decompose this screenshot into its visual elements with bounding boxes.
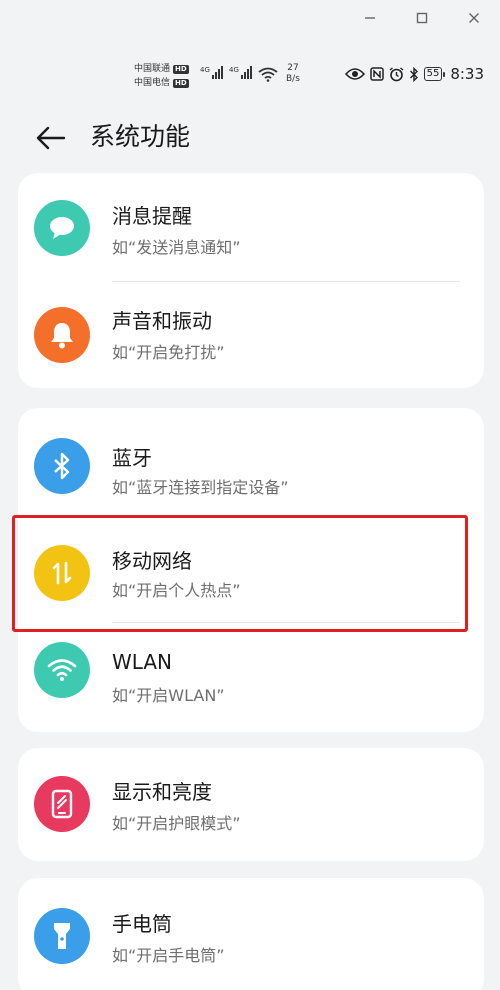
bluetooth-icon [409, 66, 419, 82]
carrier-1: 中国联通 [134, 64, 171, 74]
list-item-flashlight[interactable]: 手电筒 如“开启手电筒” [18, 882, 484, 986]
item-title: 蓝牙 [112, 446, 152, 470]
page-title: 系统功能 [90, 122, 191, 151]
hd-badge: HD [173, 64, 189, 74]
network-speed: 27 B/s [286, 63, 300, 84]
item-subtitle: 如“开启护眼模式” [112, 814, 241, 833]
list-item-sound-vibration[interactable]: 声音和振动 如“开启免打扰” [18, 283, 484, 387]
message-icon [34, 200, 90, 256]
settings-group-notifications: 消息提醒 如“发送消息通知” 声音和振动 如“开启免打扰” [18, 173, 484, 388]
item-subtitle: 如“开启WLAN” [112, 686, 225, 705]
display-icon [34, 776, 90, 832]
network-type: 4G [200, 66, 210, 74]
signal-icon: 4G [229, 66, 252, 79]
list-item-message-reminder[interactable]: 消息提醒 如“发送消息通知” [18, 176, 484, 280]
wifi-icon [258, 67, 278, 86]
window-controls [362, 8, 482, 28]
minimize-icon[interactable] [362, 8, 378, 28]
settings-group-connectivity: 蓝牙 如“蓝牙连接到指定设备” 移动网络 如“开启个人热点” WLAN 如“开启… [18, 408, 484, 732]
alarm-icon [389, 66, 404, 82]
list-item-wlan[interactable]: WLAN 如“开启WLAN” [18, 624, 484, 728]
clock: 8:33 [450, 65, 484, 83]
list-item-bluetooth[interactable]: 蓝牙 如“蓝牙连接到指定设备” [18, 414, 484, 518]
bluetooth-icon [34, 438, 90, 494]
item-title: 消息提醒 [112, 204, 192, 228]
divider [112, 281, 460, 282]
item-subtitle: 如“开启个人热点” [112, 581, 241, 600]
item-title: 声音和振动 [112, 309, 212, 333]
mobile-data-icon [34, 545, 90, 601]
status-bar: 中国联通 HD 中国电信 HD 4G 4G 27 B/s 55 8:33 [0, 58, 500, 94]
network-type: 4G [229, 66, 239, 74]
item-subtitle: 如“开启免打扰” [112, 343, 225, 362]
item-title: 移动网络 [112, 549, 192, 573]
battery-icon: 55 [423, 67, 446, 81]
back-arrow-icon[interactable] [34, 122, 66, 154]
status-icons: 55 8:33 [344, 65, 484, 83]
list-item-mobile-network[interactable]: 移动网络 如“开启个人热点” [18, 521, 484, 625]
item-title: 显示和亮度 [112, 780, 212, 804]
wifi-icon [34, 642, 90, 698]
item-subtitle: 如“蓝牙连接到指定设备” [112, 478, 289, 497]
flashlight-icon [34, 908, 90, 964]
list-item-display-brightness[interactable]: 显示和亮度 如“开启护眼模式” [18, 752, 484, 856]
nfc-icon [369, 67, 384, 81]
item-title: WLAN [112, 650, 173, 674]
hd-badge: HD [173, 78, 189, 88]
eye-icon [344, 67, 365, 81]
item-subtitle: 如“开启手电筒” [112, 946, 225, 965]
signal-icon: 4G [200, 66, 223, 79]
close-icon[interactable] [466, 8, 482, 28]
bell-icon [34, 307, 90, 363]
carrier-2: 中国电信 [134, 78, 171, 88]
settings-group-display: 显示和亮度 如“开启护眼模式” [18, 748, 484, 861]
item-title: 手电筒 [112, 912, 172, 936]
maximize-icon[interactable] [414, 8, 430, 28]
page-header: 系统功能 [0, 112, 500, 162]
divider [112, 622, 460, 623]
item-subtitle: 如“发送消息通知” [112, 238, 241, 257]
carrier-info: 中国联通 HD 中国电信 HD [134, 62, 189, 90]
settings-group-flashlight: 手电筒 如“开启手电筒” [18, 878, 484, 990]
